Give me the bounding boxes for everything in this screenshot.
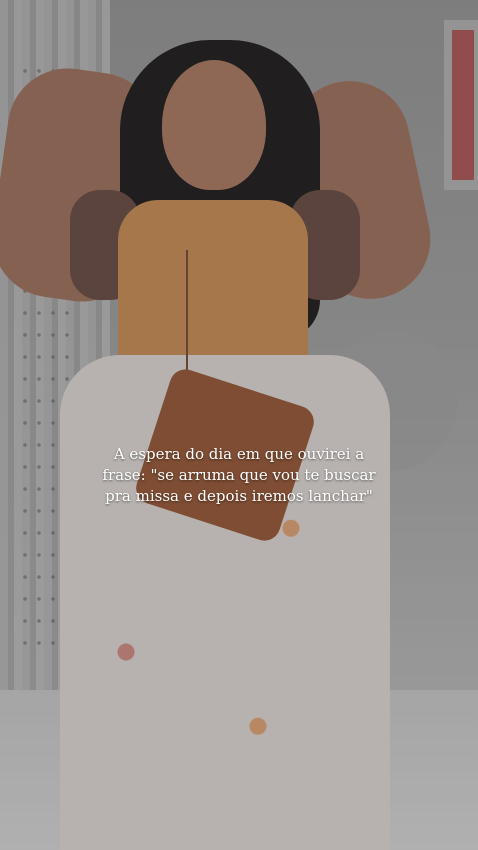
caption-text: A espera do dia em que ouvirei a frase: …	[74, 444, 404, 507]
caption-line-3: pra missa e depois iremos lanchar"	[105, 487, 373, 505]
dim-overlay	[0, 0, 478, 850]
photo-frame: A espera do dia em que ouvirei a frase: …	[0, 0, 478, 850]
caption-line-1: A espera do dia em que ouvirei a	[113, 445, 365, 463]
caption-line-2: frase: "se arruma que vou te buscar	[102, 466, 376, 484]
